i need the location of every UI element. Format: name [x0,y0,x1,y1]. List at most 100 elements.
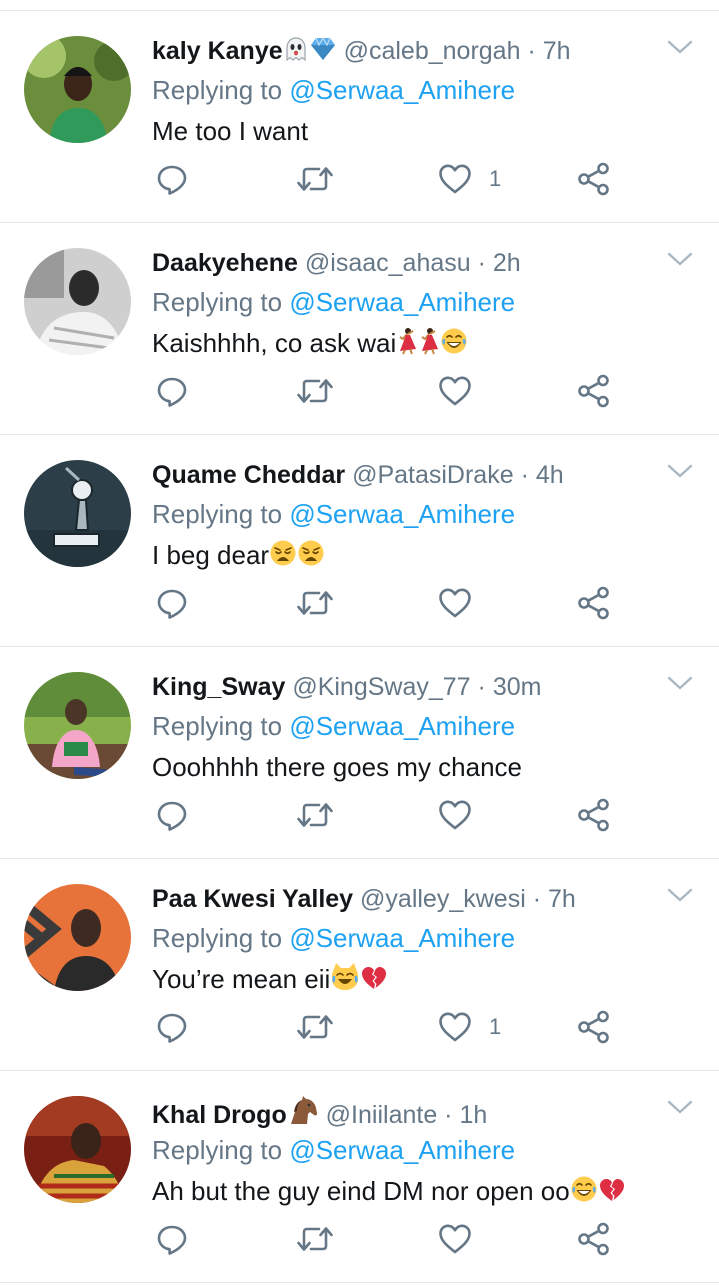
reply-icon [155,162,189,196]
mention-link[interactable]: @Serwaa_Amihere [289,75,515,105]
user-handle[interactable]: @caleb_norgah [344,37,521,65]
retweet-icon [295,586,335,620]
like-button[interactable] [437,793,473,837]
retweet-button[interactable] [295,1005,335,1049]
mention-link[interactable]: @Serwaa_Amihere [289,711,515,741]
avatar[interactable] [24,460,131,567]
mention-link[interactable]: @Serwaa_Amihere [289,1135,515,1165]
like-icon [437,1222,473,1256]
like-button[interactable] [437,1217,473,1261]
mention-link[interactable]: @Serwaa_Amihere [289,499,515,529]
dot-separator: · [513,461,536,489]
reply-button[interactable] [155,793,189,837]
user-handle[interactable]: @PatasiDrake [352,461,514,489]
dancer-emoji [418,327,440,362]
tweet-reply[interactable]: Daakyehene @isaac_ahasu · 2h Replying to … [0,223,719,435]
retweet-button[interactable] [295,581,335,625]
tweet-header: King_Sway @KingSway_77 · 30m [152,672,541,702]
share-button[interactable] [576,1005,612,1049]
user-handle[interactable]: @KingSway_77 [292,673,470,701]
retweet-icon [295,1222,335,1256]
laugh-emoji [570,1175,598,1210]
ghost-emoji [283,36,309,69]
display-name[interactable]: kaly Kanye [152,37,283,65]
share-icon [576,161,612,197]
display-name[interactable]: Paa Kwesi Yalley [152,885,353,913]
mention-link[interactable]: @Serwaa_Amihere [289,287,515,317]
replying-to-label: Replying to [152,287,283,317]
avatar[interactable] [24,884,131,991]
horse-emoji [287,1096,319,1133]
replying-to: Replying to @Serwaa_Amihere [152,74,515,106]
replying-to: Replying to @Serwaa_Amihere [152,710,515,742]
tweet-text: I beg dear [152,539,325,574]
tweet-reply[interactable]: King_Sway @KingSway_77 · 30m Replying to … [0,647,719,859]
tweet-text-content: Kaishhhh, co ask wai [152,328,397,358]
share-button[interactable] [576,369,612,413]
avatar[interactable] [24,1096,131,1203]
reply-button[interactable] [155,1217,189,1261]
reply-button[interactable] [155,157,189,201]
like-icon [437,798,473,832]
avatar[interactable] [24,248,131,355]
mention-link[interactable]: @Serwaa_Amihere [289,923,515,953]
retweet-icon [295,798,335,832]
tweet-reply[interactable]: Quame Cheddar @PatasiDrake · 4h Replying … [0,435,719,647]
display-name[interactable]: Quame Cheddar [152,461,345,489]
caret-down-icon[interactable] [666,249,694,269]
replying-to: Replying to @Serwaa_Amihere [152,286,515,318]
reply-button[interactable] [155,369,189,413]
retweet-button[interactable] [295,1217,335,1261]
reply-icon [155,374,189,408]
caret-down-icon[interactable] [666,885,694,905]
user-handle[interactable]: @yalley_kwesi [360,885,526,913]
reply-button[interactable] [155,581,189,625]
caret-down-icon[interactable] [666,461,694,481]
share-icon [576,373,612,409]
display-name[interactable]: Khal Drogo [152,1101,287,1129]
timestamp: 30m [492,673,542,701]
share-button[interactable] [576,581,612,625]
like-button[interactable] [437,581,473,625]
tweet-reply[interactable]: kaly Kanye @caleb_norgah · 7h Replying to… [0,11,719,223]
replying-to-label: Replying to [152,711,283,741]
retweet-button[interactable] [295,157,335,201]
caret-down-icon[interactable] [666,673,694,693]
reply-button[interactable] [155,1005,189,1049]
user-handle[interactable]: @Iniilante [326,1101,438,1129]
reply-icon [155,798,189,832]
like-icon [437,586,473,620]
share-button[interactable] [576,157,612,201]
retweet-button[interactable] [295,793,335,837]
avatar[interactable] [24,36,131,143]
retweet-button[interactable] [295,369,335,413]
tweet-text: You’re mean eii [152,963,388,998]
tweet-reply[interactable]: Khal Drogo @Iniilante · 1h Replying to @S… [0,1071,719,1283]
weary-emoji [297,539,325,574]
timestamp: 2h [492,249,521,277]
user-handle[interactable]: @isaac_ahasu [305,249,471,277]
like-icon [437,374,473,408]
share-button[interactable] [576,1217,612,1261]
caret-down-icon[interactable] [666,37,694,57]
tweet-header: kaly Kanye @caleb_norgah · 7h [152,36,571,69]
timestamp: 7h [547,885,576,913]
display-name[interactable]: King_Sway [152,673,285,701]
laugh-emoji [440,327,468,362]
tweet-header: Khal Drogo @Iniilante · 1h [152,1096,487,1133]
replying-to-label: Replying to [152,1135,283,1165]
diamond-emoji [309,36,337,69]
like-button[interactable]: 1 [437,1005,501,1049]
avatar[interactable] [24,672,131,779]
like-button[interactable] [437,369,473,413]
share-button[interactable] [576,793,612,837]
display-name[interactable]: Daakyehene [152,249,298,277]
tweet-reply[interactable]: Paa Kwesi Yalley @yalley_kwesi · 7h Reply… [0,859,719,1071]
share-icon [576,1009,612,1045]
caret-down-icon[interactable] [666,1097,694,1117]
dot-separator: · [437,1101,460,1129]
tweet-text-content: I beg dear [152,540,270,570]
dancer-emoji [396,327,418,362]
like-button[interactable]: 1 [437,157,501,201]
replying-to-label: Replying to [152,923,283,953]
